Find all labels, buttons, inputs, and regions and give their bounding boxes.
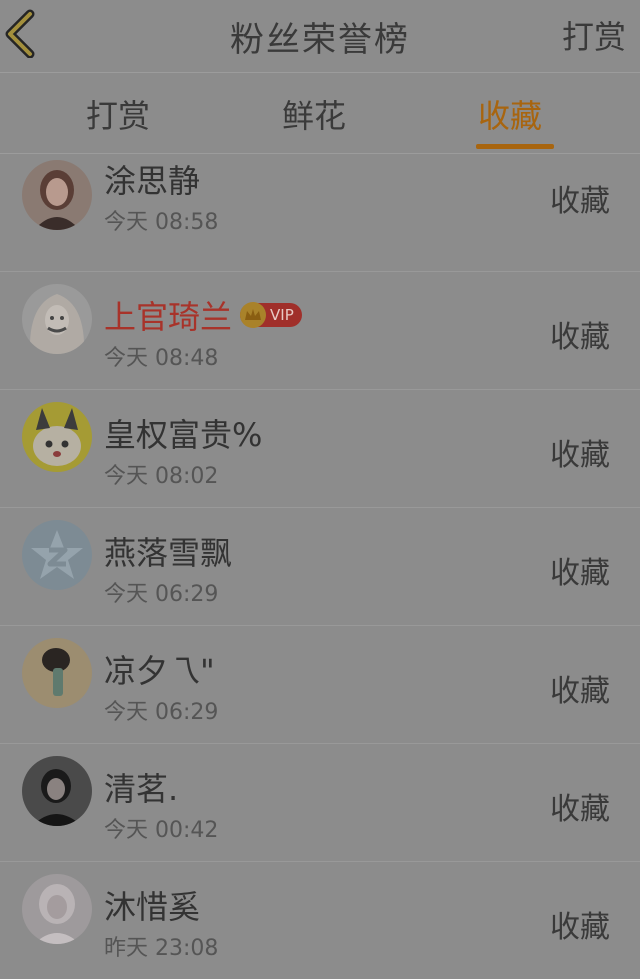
timestamp: 今天 08:58 [104, 210, 219, 235]
avatar [22, 520, 92, 590]
timestamp: 今天 08:48 [104, 346, 219, 371]
list-item[interactable]: 皇权富贵% 今天 08:02 收藏 [0, 390, 640, 508]
tab-reward[interactable]: 打赏 [86, 91, 150, 137]
avatar [22, 874, 92, 944]
tab-flowers[interactable]: 鲜花 [282, 91, 346, 137]
fan-ranking-list: 涂思静 今天 08:58 收藏 上官琦兰 VIP 今天 08:48 收藏 皇权富… [0, 154, 640, 979]
chevron-left-icon [5, 9, 35, 58]
vip-badge: VIP [240, 302, 302, 328]
reward-button[interactable]: 打赏 [562, 12, 626, 58]
avatar [22, 160, 92, 230]
timestamp: 今天 08:02 [104, 464, 219, 489]
avatar [22, 402, 92, 472]
action-label: 收藏 [550, 674, 610, 709]
page-title: 粉丝荣誉榜 [230, 20, 410, 60]
list-item[interactable]: 清茗. 今天 00:42 收藏 [0, 744, 640, 862]
action-label: 收藏 [550, 320, 610, 355]
top-bar: 粉丝荣誉榜 打赏 [0, 0, 640, 73]
action-label: 收藏 [550, 184, 610, 219]
avatar [22, 638, 92, 708]
avatar [22, 284, 92, 354]
timestamp: 今天 06:29 [104, 582, 219, 607]
fan-name: 燕落雪飘 [104, 534, 233, 572]
list-item[interactable]: 涂思静 今天 08:58 收藏 [0, 154, 640, 272]
active-tab-indicator [476, 144, 554, 149]
list-item[interactable]: 燕落雪飘 今天 06:29 收藏 [0, 508, 640, 626]
list-item[interactable]: 上官琦兰 VIP 今天 08:48 收藏 [0, 272, 640, 390]
fan-name: 凉夕乁" [104, 652, 215, 690]
fan-name: 皇权富贵% [104, 416, 263, 454]
action-label: 收藏 [550, 792, 610, 827]
action-label: 收藏 [550, 556, 610, 591]
tab-favorites[interactable]: 收藏 [478, 91, 542, 137]
fan-name-row: 上官琦兰 VIP [104, 292, 302, 338]
back-button[interactable] [2, 8, 42, 58]
action-label: 收藏 [550, 438, 610, 473]
avatar [22, 756, 92, 826]
tab-bar: 打赏 鲜花 收藏 [0, 73, 640, 154]
crown-icon [240, 302, 267, 328]
fan-name: 上官琦兰 [104, 298, 233, 336]
vip-label: VIP [270, 306, 294, 324]
timestamp: 昨天 23:08 [104, 936, 219, 961]
timestamp: 今天 06:29 [104, 700, 219, 725]
action-label: 收藏 [550, 910, 610, 945]
timestamp: 今天 00:42 [104, 818, 219, 843]
fan-name: 沐惜奚 [104, 888, 201, 926]
fan-name: 涂思静 [104, 162, 201, 200]
list-item[interactable]: 沐惜奚 昨天 23:08 收藏 [0, 862, 640, 979]
fan-name: 清茗. [104, 770, 179, 808]
list-item[interactable]: 凉夕乁" 今天 06:29 收藏 [0, 626, 640, 744]
